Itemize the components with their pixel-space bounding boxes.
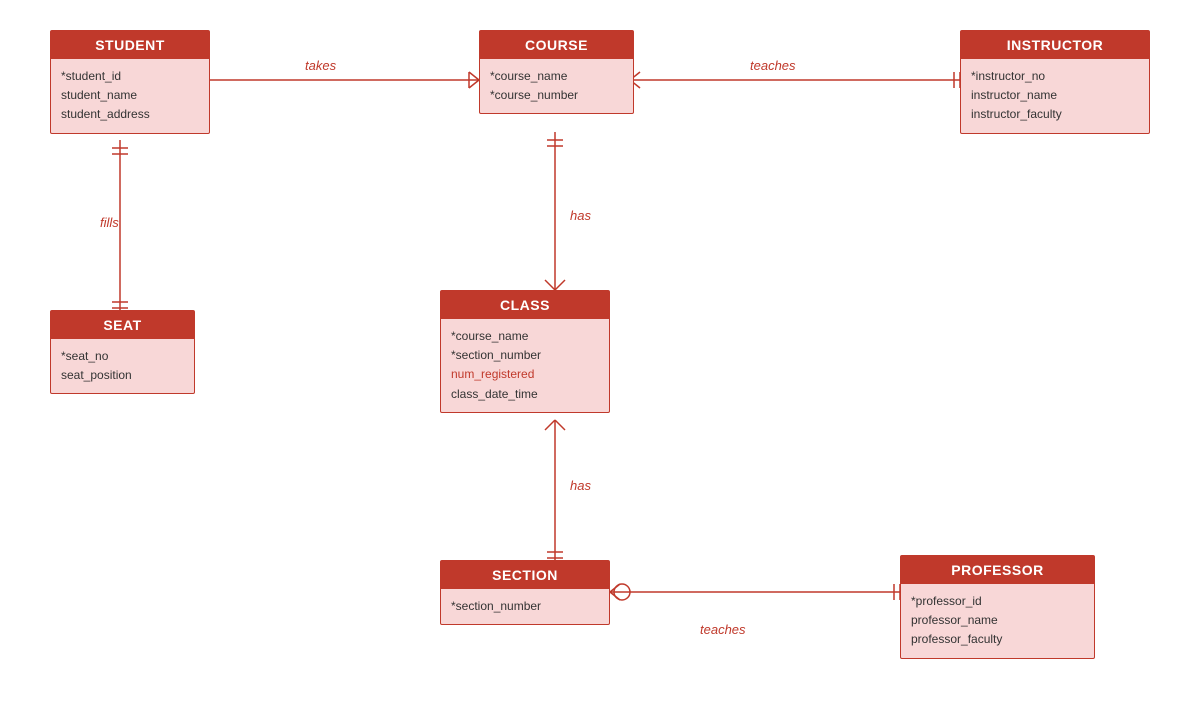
rel-teaches-instructor: teaches	[750, 58, 796, 73]
class-field-3: num_registered	[451, 365, 599, 384]
instructor-entity: INSTRUCTOR *instructor_no instructor_nam…	[960, 30, 1150, 134]
professor-field-1: *professor_id	[911, 592, 1084, 611]
class-body: *course_name *section_number num_registe…	[441, 319, 609, 412]
section-entity: SECTION *section_number	[440, 560, 610, 625]
instructor-field-3: instructor_faculty	[971, 105, 1139, 124]
rel-teaches-professor: teaches	[700, 622, 746, 637]
section-body: *section_number	[441, 589, 609, 624]
seat-entity: SEAT *seat_no seat_position	[50, 310, 195, 394]
course-field-1: *course_name	[490, 67, 623, 86]
seat-header: SEAT	[51, 311, 194, 339]
course-entity: COURSE *course_name *course_number	[479, 30, 634, 114]
class-entity: CLASS *course_name *section_number num_r…	[440, 290, 610, 413]
professor-header: PROFESSOR	[901, 556, 1094, 584]
student-field-3: student_address	[61, 105, 199, 124]
section-header: SECTION	[441, 561, 609, 589]
student-header: STUDENT	[51, 31, 209, 59]
instructor-body: *instructor_no instructor_name instructo…	[961, 59, 1149, 133]
professor-body: *professor_id professor_name professor_f…	[901, 584, 1094, 658]
course-field-2: *course_number	[490, 86, 623, 105]
seat-field-2: seat_position	[61, 366, 184, 385]
class-field-2: *section_number	[451, 346, 599, 365]
seat-field-1: *seat_no	[61, 347, 184, 366]
rel-has-class: has	[570, 208, 591, 223]
instructor-header: INSTRUCTOR	[961, 31, 1149, 59]
course-header: COURSE	[480, 31, 633, 59]
class-field-4: class_date_time	[451, 385, 599, 404]
professor-field-2: professor_name	[911, 611, 1084, 630]
section-field-1: *section_number	[451, 597, 599, 616]
diagram: STUDENT *student_id student_name student…	[0, 0, 1201, 724]
class-field-1: *course_name	[451, 327, 599, 346]
professor-entity: PROFESSOR *professor_id professor_name p…	[900, 555, 1095, 659]
student-field-1: *student_id	[61, 67, 199, 86]
student-body: *student_id student_name student_address	[51, 59, 209, 133]
instructor-field-2: instructor_name	[971, 86, 1139, 105]
instructor-field-1: *instructor_no	[971, 67, 1139, 86]
rel-has-section: has	[570, 478, 591, 493]
student-field-2: student_name	[61, 86, 199, 105]
rel-takes: takes	[305, 58, 336, 73]
seat-body: *seat_no seat_position	[51, 339, 194, 393]
class-header: CLASS	[441, 291, 609, 319]
student-entity: STUDENT *student_id student_name student…	[50, 30, 210, 134]
professor-field-3: professor_faculty	[911, 630, 1084, 649]
rel-fills: fills	[100, 215, 119, 230]
course-body: *course_name *course_number	[480, 59, 633, 113]
